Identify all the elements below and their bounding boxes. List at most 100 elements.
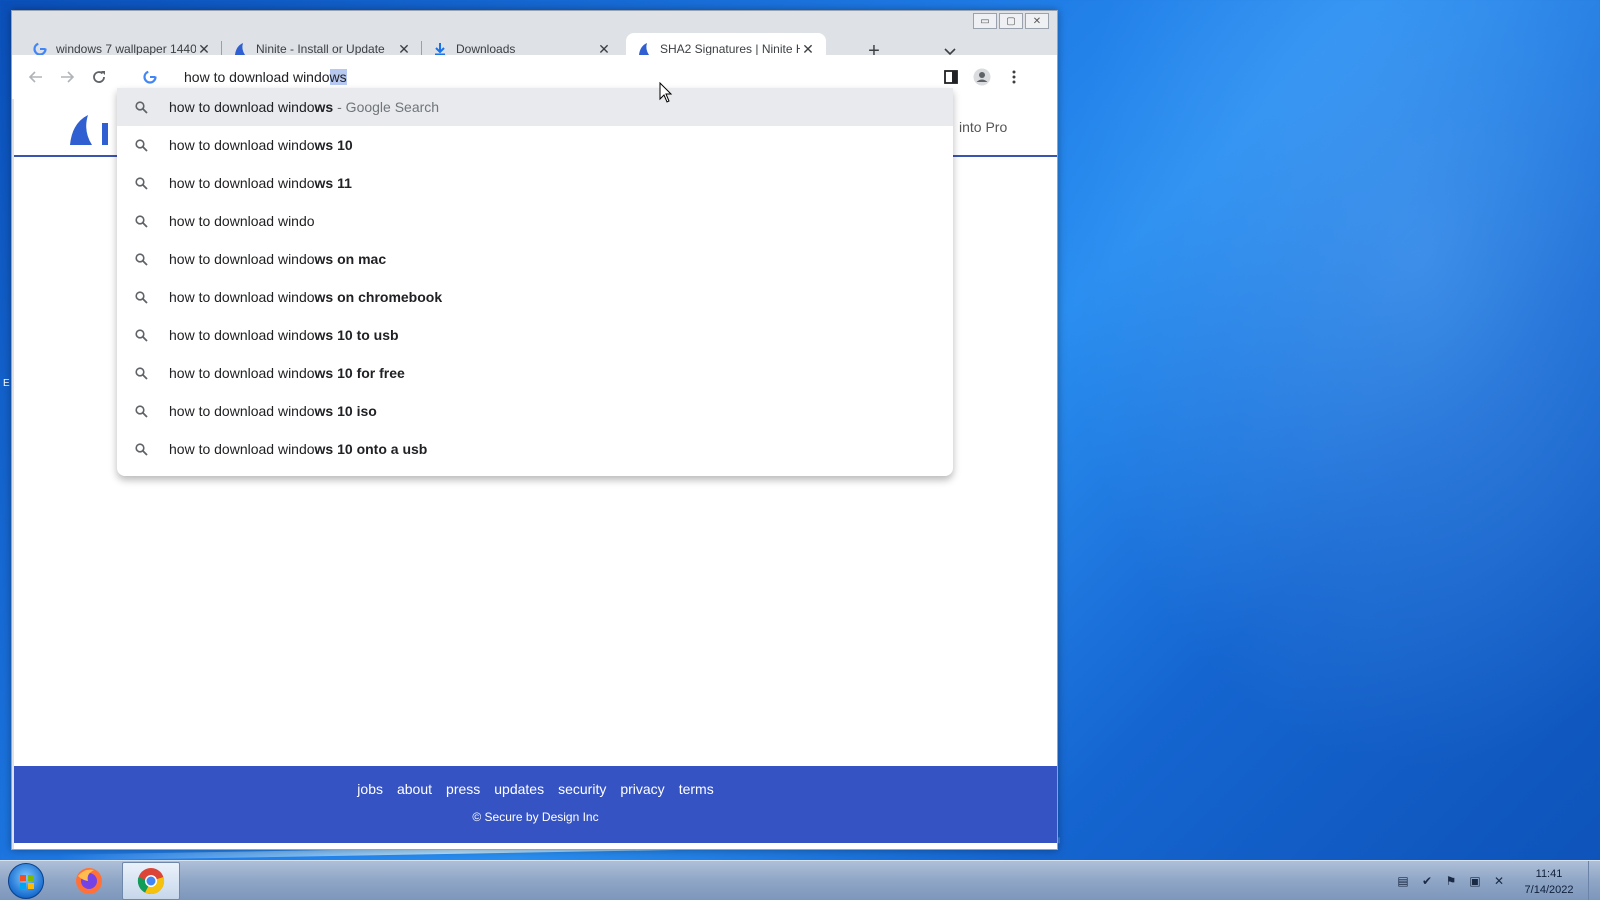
action-center-flag-icon[interactable]: ⚑ — [1443, 873, 1459, 889]
footer-copyright: © Secure by Design Inc — [472, 810, 599, 824]
suggestion-completion: ws 10 iso — [314, 403, 377, 419]
suggestion-completion: ws — [314, 99, 334, 115]
suggestion-item[interactable]: how to download windows - Google Search — [117, 88, 953, 126]
suggestion-completion: ws 10 onto a usb — [314, 441, 428, 457]
arrow-back-icon — [28, 71, 42, 83]
reload-button[interactable] — [87, 65, 111, 89]
tab-strip: windows 7 wallpaper 1440 ✕ Ninite - Inst… — [12, 25, 1057, 65]
notes-icon[interactable]: ▤ — [1395, 873, 1411, 889]
footer-link-terms[interactable]: terms — [679, 781, 714, 797]
start-button[interactable] — [8, 863, 44, 899]
suggestion-prefix: how to download windo — [169, 213, 315, 229]
search-icon — [133, 251, 149, 267]
search-icon — [133, 403, 149, 419]
suggestion-completion: ws on mac — [314, 251, 387, 267]
omnibox-autocomplete-text: ws — [329, 69, 347, 85]
close-window-button[interactable]: ✕ — [1025, 13, 1049, 29]
search-icon — [133, 213, 149, 229]
network-icon[interactable]: ▣ — [1467, 873, 1483, 889]
footer-link-press[interactable]: press — [446, 781, 480, 797]
suggestion-text: how to download windo — [169, 213, 315, 229]
search-icon — [133, 365, 149, 381]
taskbar-firefox[interactable] — [60, 862, 118, 900]
suggestion-completion: ws 11 — [314, 175, 352, 191]
window-controls: ▭ ▢ ✕ — [973, 13, 1049, 29]
footer-link-jobs[interactable]: jobs — [357, 781, 383, 797]
maximize-button[interactable]: ▢ — [999, 13, 1023, 29]
menu-button[interactable] — [1002, 65, 1026, 89]
footer-links: jobs about press updates security privac… — [14, 781, 1057, 797]
taskbar-clock[interactable]: 11:41 7/14/2022 — [1512, 866, 1586, 898]
minimize-button[interactable]: ▭ — [973, 13, 997, 29]
suggestion-completion: ws on chromebook — [314, 289, 443, 305]
search-icon — [133, 441, 149, 457]
show-desktop-button[interactable] — [1588, 861, 1600, 900]
back-button[interactable] — [24, 65, 48, 89]
search-icon — [133, 137, 149, 153]
suggestion-completion: ws 10 for free — [314, 365, 405, 381]
suggestion-item[interactable]: how to download windows 10 onto a usb — [117, 430, 953, 468]
mouse-cursor-icon — [659, 81, 673, 109]
suggestion-prefix: how to download windo — [169, 99, 315, 115]
header-pro-link[interactable]: into Pro — [959, 119, 1007, 135]
suggestion-text: how to download windows on mac — [169, 251, 386, 267]
search-icon — [133, 99, 149, 115]
suggestion-prefix: how to download windo — [169, 441, 315, 457]
suggestion-item[interactable]: how to download windows on chromebook — [117, 278, 953, 316]
suggestion-text: how to download windows 10 onto a usb — [169, 441, 427, 457]
suggestion-item[interactable]: how to download windows 10 iso — [117, 392, 953, 430]
suggestion-text: how to download windows on chromebook — [169, 289, 442, 305]
suggestion-item[interactable]: how to download windows 10 — [117, 126, 953, 164]
clock-date: 7/14/2022 — [1524, 884, 1574, 896]
desktop-wallpaper-glow — [1000, 0, 1600, 860]
footer-link-privacy[interactable]: privacy — [620, 781, 664, 797]
suggestion-text: how to download windows - Google Search — [169, 99, 439, 115]
search-icon — [133, 289, 149, 305]
omnibox-suggestions-dropdown: how to download windows - Google Search h… — [117, 88, 953, 476]
footer-link-about[interactable]: about — [397, 781, 432, 797]
desktop-icon-fragment: E — [3, 378, 10, 389]
footer-link-updates[interactable]: updates — [494, 781, 544, 797]
tab-title: Ninite - Install or Update — [256, 42, 385, 56]
system-tray: ▤ ✔ ⚑ ▣ ✕ — [1395, 873, 1507, 889]
tab-title: Downloads — [456, 42, 516, 56]
suggestion-item[interactable]: how to download windows 10 for free — [117, 354, 953, 392]
search-icon — [133, 327, 149, 343]
suggestion-item[interactable]: how to download windows 10 to usb — [117, 316, 953, 354]
suggestion-text: how to download windows 10 to usb — [169, 327, 399, 343]
side-panel-button[interactable] — [939, 65, 963, 89]
reload-icon — [93, 71, 105, 83]
suggestion-prefix: how to download windo — [169, 137, 315, 153]
footer-link-security[interactable]: security — [558, 781, 606, 797]
suggestion-completion: ws 10 to usb — [314, 327, 399, 343]
profile-icon — [973, 68, 991, 86]
suggestion-item[interactable]: how to download windo — [117, 202, 953, 240]
taskbar-chrome[interactable] — [122, 862, 180, 900]
suggestion-item[interactable]: how to download windows on mac — [117, 240, 953, 278]
search-icon — [133, 175, 149, 191]
arrow-forward-icon — [61, 71, 75, 83]
suggestion-item[interactable]: how to download windows 11 — [117, 164, 953, 202]
suggestion-prefix: how to download windo — [169, 289, 315, 305]
address-bar-text[interactable]: how to download windows — [184, 69, 347, 85]
tab-title: windows 7 wallpaper 1440 — [56, 42, 196, 56]
site-footer: jobs about press updates security privac… — [14, 766, 1057, 843]
suggestion-prefix: how to download windo — [169, 327, 315, 343]
clock-time: 11:41 — [1535, 868, 1563, 880]
chrome-icon — [137, 868, 165, 895]
side-panel-icon — [944, 70, 958, 84]
forward-button[interactable] — [55, 65, 79, 89]
profile-button[interactable] — [970, 65, 994, 89]
tab-title: SHA2 Signatures | Ninite H — [660, 42, 800, 56]
firefox-icon — [76, 868, 102, 894]
suggestion-prefix: how to download windo — [169, 403, 315, 419]
taskbar: ▤ ✔ ⚑ ▣ ✕ 11:41 7/14/2022 — [0, 860, 1600, 900]
suggestion-text: how to download windows 10 iso — [169, 403, 377, 419]
suggestion-prefix: how to download windo — [169, 175, 315, 191]
security-shield-icon[interactable]: ✔ — [1419, 873, 1435, 889]
suggestion-prefix: how to download windo — [169, 365, 315, 381]
suggestion-text: how to download windows 11 — [169, 175, 352, 191]
windows-logo-icon — [20, 875, 34, 889]
volume-muted-icon[interactable]: ✕ — [1491, 873, 1507, 889]
suggestion-text: how to download windows 10 for free — [169, 365, 405, 381]
